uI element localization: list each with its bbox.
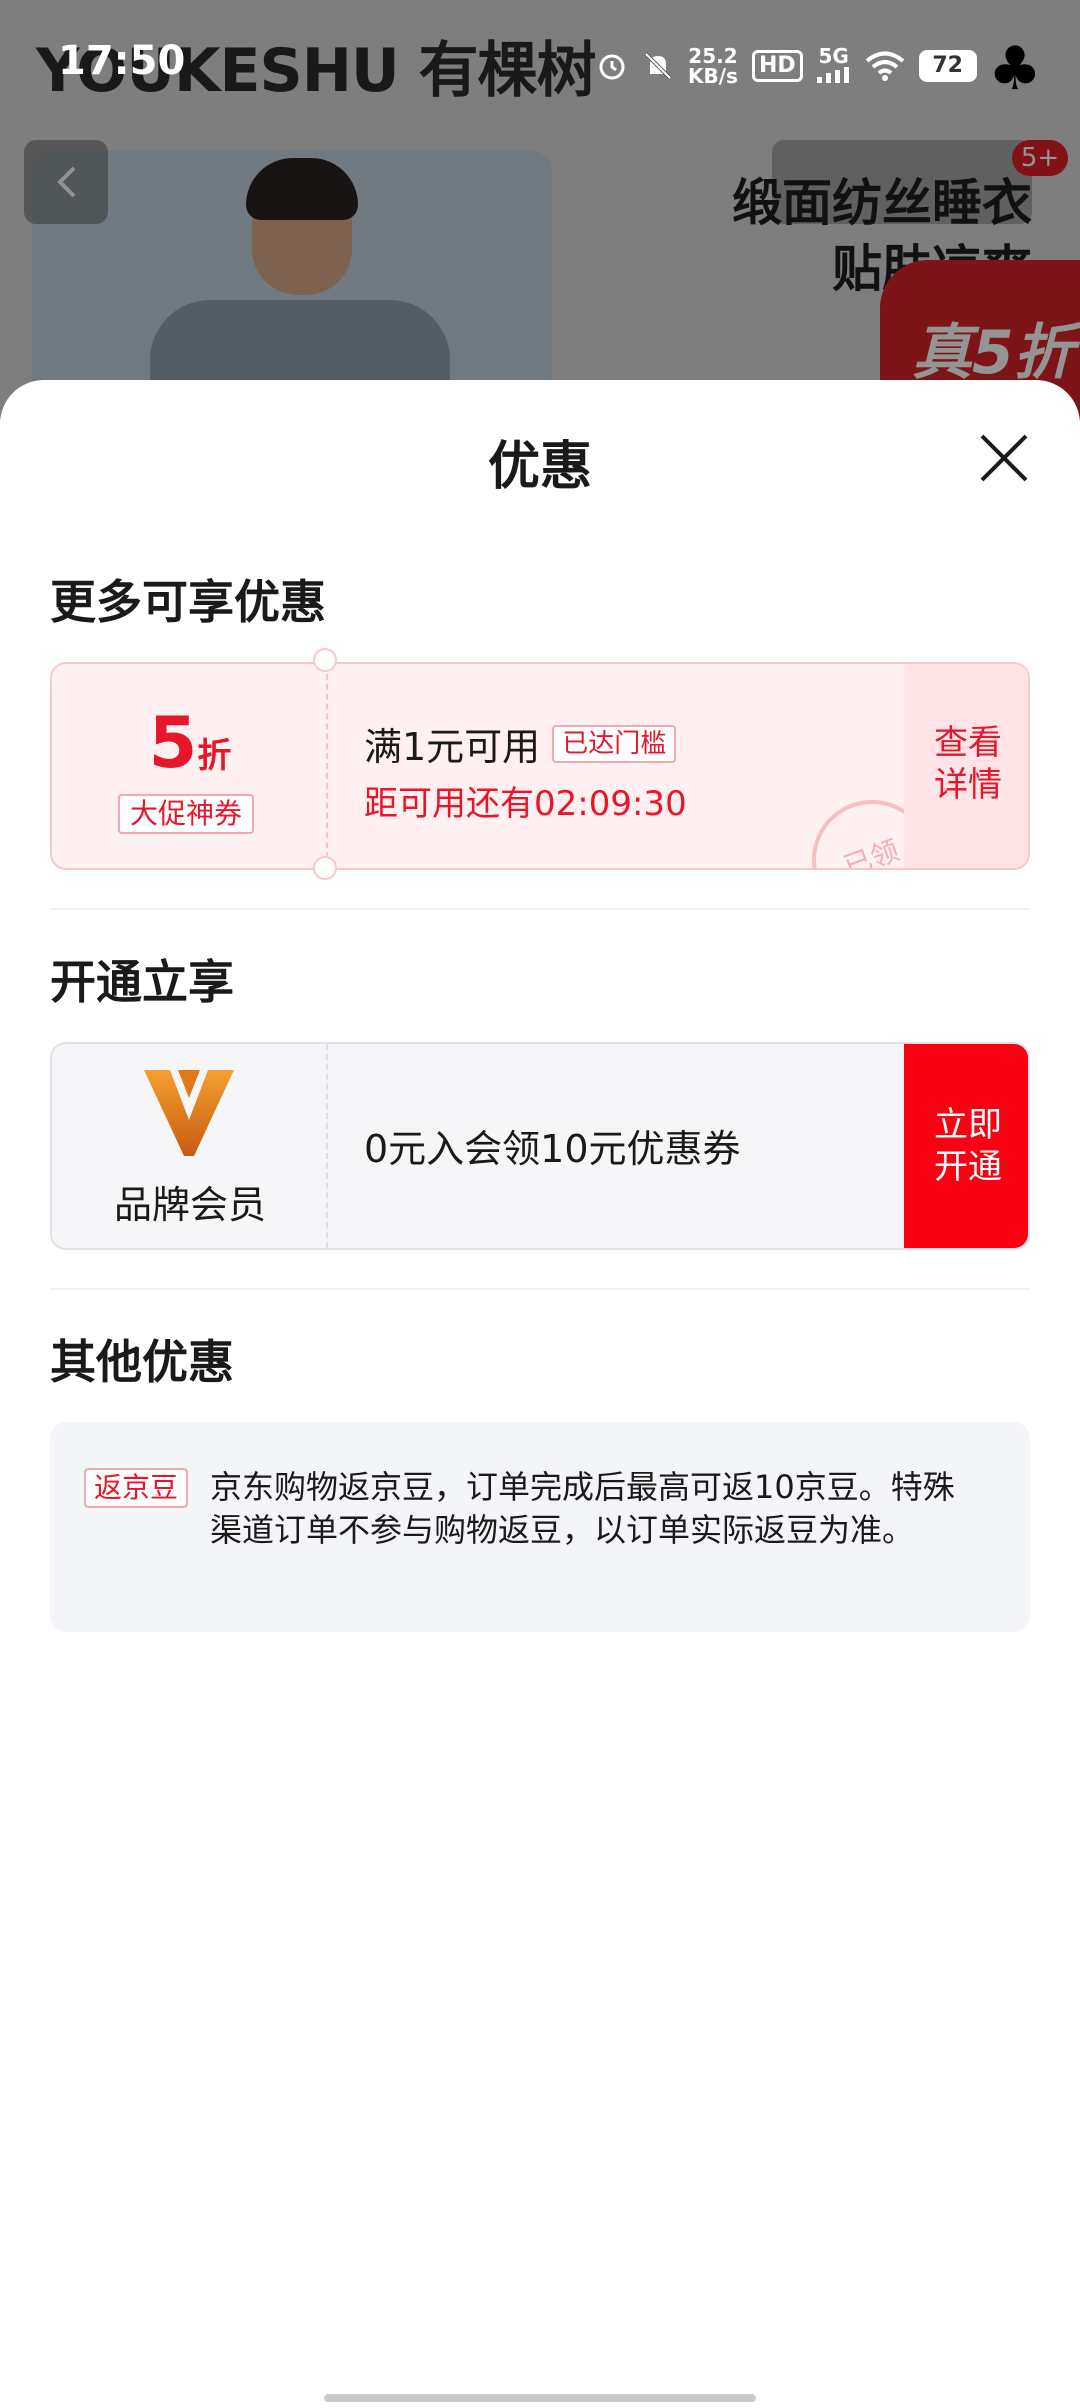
net-speed-value: 25.2 [688,44,738,68]
coupon-card[interactable]: 5折 大促神券 满1元可用 已达门槛 距可用还有02:09:30 已领 查看 详… [50,662,1030,870]
sheet-title: 优惠 [487,437,592,497]
jingdou-description: 京东购物返京豆，订单完成后最高可返10京豆。特殊渠道订单不参与购物返豆，以订单实… [210,1468,955,1549]
coupon-type-tag: 大促神券 [118,794,255,834]
coupon-notch [313,648,337,672]
status-bar: 17:50 25.2 KB/s HD 5G 72 ♣ [0,0,1080,122]
section-heading-join: 开通立享 [50,955,234,1009]
battery-icon: 72 [918,50,977,82]
section-heading-more: 更多可享优惠 [50,575,326,629]
wifi-icon [865,51,904,81]
mute-icon [644,52,672,80]
signal-bars-icon [816,67,849,83]
coupon-countdown: 距可用还有02:09:30 [364,784,687,824]
net-speed: 25.2 KB/s [688,46,738,86]
section-divider [50,908,1030,910]
view-details-button[interactable]: 查看 详情 [904,664,1028,868]
view-details-label: 查看 [934,723,1002,763]
coupon-value: 5折 大促神券 [52,664,328,868]
home-indicator[interactable] [324,2394,756,2402]
section-heading-other: 其他优惠 [50,1335,234,1389]
close-icon [980,434,1028,482]
join-now-label: 开通 [934,1147,1002,1187]
status-icons: 25.2 KB/s HD 5G 72 [596,40,977,92]
member-brand: 品牌会员 [52,1044,328,1248]
member-divider [326,1044,328,1248]
brand-member-logo-icon [144,1070,234,1156]
offers-sheet: 优惠 更多可享优惠 5折 大促神券 满1元可用 已达门槛 距可用还有02:09:… [0,380,1080,2408]
close-button[interactable] [974,428,1034,488]
hd-icon: HD [751,50,803,82]
view-details-label: 详情 [934,765,1002,805]
discount-unit: 折 [197,736,232,776]
discount-number: 5 [148,702,198,784]
clock: 17:50 [58,38,186,84]
threshold-badge: 已达门槛 [552,724,677,763]
club-icon: ♣ [988,34,1042,104]
coupon-notch [313,856,337,880]
signal-5g-icon: 5G [816,44,851,86]
jingdou-tag: 返京豆 [84,1468,189,1508]
section-divider [50,1288,1030,1290]
member-label: 品牌会员 [113,1183,266,1227]
join-now-button[interactable]: 立即 开通 [904,1044,1028,1248]
net-speed-unit: KB/s [688,64,738,88]
coupon-discount: 5折 [52,702,328,784]
coupon-condition-row: 满1元可用 已达门槛 [364,716,677,771]
signal-label: 5G [818,44,849,68]
member-offer: 0元入会领10元优惠券 [364,1127,741,1171]
coupon-condition: 满1元可用 [364,725,541,769]
alarm-icon [599,54,625,80]
member-card[interactable]: 品牌会员 0元入会领10元优惠券 立即 开通 [50,1042,1030,1250]
join-now-label: 立即 [934,1105,1002,1145]
coupon-divider [326,664,328,868]
other-offer-box: 返京豆 京东购物返京豆，订单完成后最高可返10京豆。特殊渠道订单不参与购物返豆，… [50,1422,1030,1632]
